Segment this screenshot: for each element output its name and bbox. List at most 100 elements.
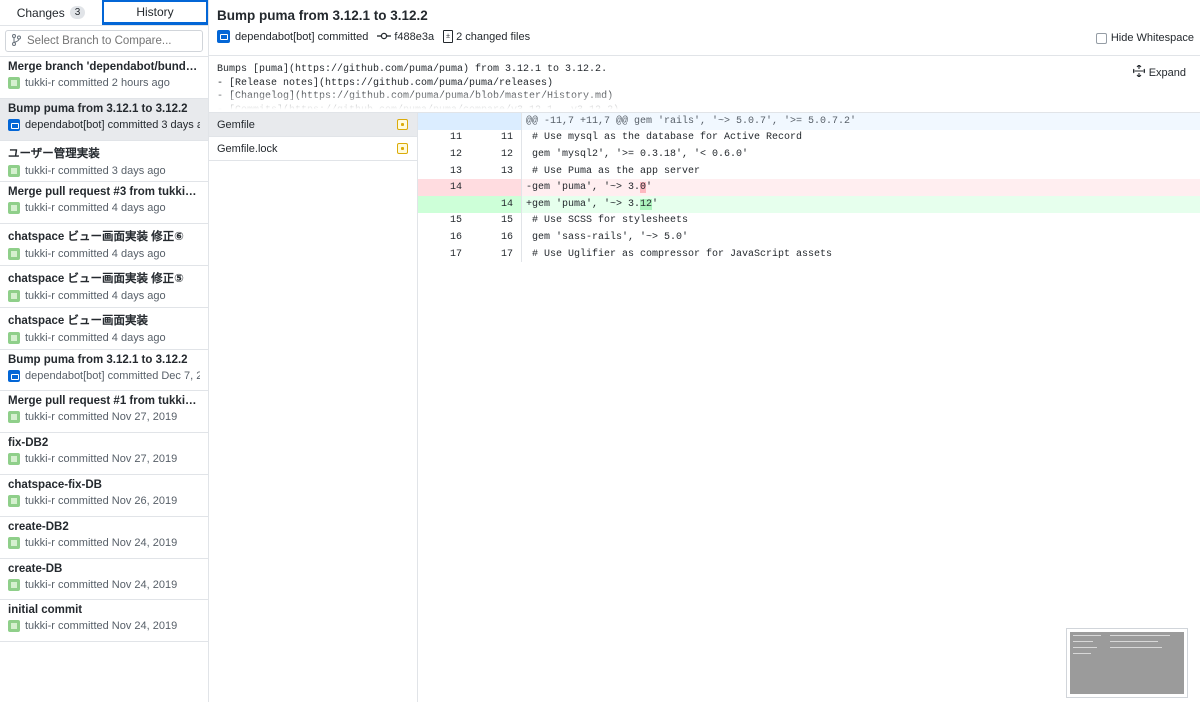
avatar [8,289,20,302]
diff-code-prefix: +gem 'puma', '~> 3. [526,198,641,210]
tab-changes[interactable]: Changes 3 [0,0,102,25]
author-avatar [217,30,230,43]
commit-meta: dependabot[bot] committed 3 days ago [8,118,200,131]
commit-author: dependabot[bot] committed [235,30,369,43]
new-line-number: 11 [470,129,522,147]
branch-compare-input[interactable] [27,35,197,47]
diff-code: gem 'sass-rails', '~> 5.0' [526,231,689,243]
commit-meta: tukki-r committed 4 days ago [8,331,200,344]
old-line-number: 11 [449,132,462,144]
file-modified-icon [397,143,408,154]
window-thumbnail[interactable] [1066,628,1188,698]
avatar [8,248,20,261]
commit-meta: tukki-r committed Nov 26, 2019 [8,494,200,507]
commit-title: Merge branch 'dependabot/bundler/... [8,61,200,73]
commit-author-time: tukki-r committed 4 days ago [25,248,166,261]
diff-line: 14 -gem 'puma', '~> 3.0' [418,179,1200,196]
diff-view: @@ -11,7 +11,7 @@ gem 'rails', '~> 5.0.7… [418,113,1200,702]
commit-list-item[interactable]: chatspace ビュー画面実装 修正⑤ tukki-r committed 4… [0,266,208,308]
commit-author-time: tukki-r committed Nov 24, 2019 [25,536,178,549]
commit-list-item[interactable]: fix-DB2 tukki-r committed Nov 27, 2019 [0,433,208,475]
commit-title: fix-DB2 [8,437,49,450]
old-line-number: 17 [449,248,462,260]
commit-list-item[interactable]: Merge branch 'dependabot/bundler/... tukk… [0,57,208,99]
commit-list-item[interactable]: Merge pull request #3 from tukki-r/c... t… [0,182,208,225]
commit-list-item[interactable]: Bump puma from 3.12.1 to 3.12.2 dependabo… [0,98,208,141]
diff-line: 13 13 # Use Puma as the app server [418,162,1200,180]
avatar [8,118,20,131]
commit-meta: tukki-r committed 4 days ago [8,202,200,215]
commit-title: Bump puma from 3.12.1 to 3.12.2 [8,353,188,366]
file-item-gemfile[interactable]: Gemfile [209,113,417,137]
diff-line: 15 15 # Use SCSS for stylesheets [418,212,1200,230]
new-line-number: 14 [470,195,522,213]
commit-list-item[interactable]: ユーザー管理実装 tukki-r committed 3 days ago [0,141,208,183]
commit-meta: tukki-r committed 4 days ago [8,248,200,261]
file-item-gemfile-lock[interactable]: Gemfile.lock [209,137,417,161]
commit-author-time: dependabot[bot] committed 3 days ago [25,118,200,131]
commit-title: ユーザー管理実装 [8,147,100,160]
commit-list-item[interactable]: Merge pull request #1 from tukki-r/c... t… [0,391,208,434]
commit-author-time: tukki-r committed Nov 27, 2019 [25,411,178,424]
diff-code: # Use mysql as the database for Active R… [526,132,803,144]
hunk-header: @@ -11,7 +11,7 @@ gem 'rails', '~> 5.0.7… [418,113,1200,130]
commit-list-item[interactable]: chatspace ビュー画面実装 修正⑥ tukki-r committed 4… [0,224,208,266]
commit-title: Bump puma from 3.12.1 to 3.12.2 [8,102,188,115]
diff-line: 17 17 # Use Uglifier as compressor for Ja… [418,245,1200,263]
new-line-number: 15 [470,212,522,230]
commit-list-item[interactable]: Bump puma from 3.12.1 to 3.12.2 dependabo… [0,350,208,392]
commit-author-time: tukki-r committed Nov 27, 2019 [25,453,178,466]
diff-code: -gem 'puma', '~> 3.0' [522,182,653,194]
commit-author-time: dependabot[bot] committed Dec 7, 2... [25,369,200,382]
diff-code: # Use Uglifier as compressor for JavaScr… [526,248,833,260]
avatar [8,494,20,507]
commit-meta: tukki-r committed 4 days ago [8,289,200,302]
commit-title: Merge pull request #3 from tukki-r/c... [8,186,200,199]
commit-meta: tukki-r committed Nov 27, 2019 [8,453,200,466]
commit-author-time: tukki-r committed 4 days ago [25,202,166,215]
branch-compare-field[interactable] [5,30,203,52]
avatar [8,411,20,424]
commit-author-time: tukki-r committed Nov 26, 2019 [25,494,178,507]
hide-whitespace-checkbox[interactable] [1095,32,1107,44]
commit-list-item[interactable]: create-DB tukki-r committed Nov 24, 2019 [0,559,208,601]
hide-whitespace-toggle[interactable]: Hide Whitespace [1095,32,1194,44]
commit-title: chatspace ビュー画面実装 [8,314,148,327]
new-line-number: 13 [470,162,522,180]
new-line-number [470,113,522,130]
commit-sha[interactable]: f488e3a [394,31,434,43]
commit-meta: dependabot[bot] committed Dec 7, 2... [8,369,200,382]
commit-list-item[interactable]: initial commit tukki-r committed Nov 24, … [0,600,208,643]
commit-meta: tukki-r committed 2 hours ago [8,77,200,89]
commit-summary-title: Bump puma from 3.12.1 to 3.12.2 [217,8,428,23]
commit-title: chatspace-fix-DB [8,478,102,491]
diff-code-suffix: ' [646,182,653,194]
commit-title: create-DB2 [8,520,69,533]
old-line-number: 14 [418,179,470,196]
thumbnail-preview [1070,632,1184,694]
commit-list-item[interactable]: create-DB2 tukki-r committed Nov 24, 2019 [0,517,208,559]
new-line-number: 16 [470,229,522,246]
changed-files-count: 2 changed files [456,30,531,43]
expand-label: Expand [1148,66,1186,79]
history-sidebar: Changes 3 History Merge branch 'dependab… [0,0,209,702]
commit-author-time: tukki-r committed 3 days ago [25,164,166,177]
commit-list-item[interactable]: chatspace ビュー画面実装 tukki-r committed 4 day… [0,308,208,350]
commit-list-item[interactable]: chatspace-fix-DB tukki-r committed Nov 26… [0,475,208,517]
commit-author-time: tukki-r committed Nov 24, 2019 [25,578,178,591]
avatar [8,453,20,466]
diff-lines: 11 11 # Use mysql as the database for Act… [418,129,1200,263]
avatar [8,202,20,215]
diff-code-suffix: ' [652,198,659,210]
expand-button[interactable]: Expand [1132,64,1186,80]
diff-line: 12 12 gem 'mysql2', '>= 0.3.18', '< 0.6.0… [418,146,1200,163]
file-diff-icon: ± [443,30,454,43]
tab-history[interactable]: History [102,0,208,25]
file-modified-icon [397,119,408,130]
commit-title: chatspace ビュー画面実装 修正⑥ [8,231,184,244]
avatar [8,620,20,633]
description-fade [209,88,1200,112]
old-line-number: 16 [449,231,462,243]
diff-line: 14 +gem 'puma', '~> 3.12' [418,195,1200,213]
commit-meta: tukki-r committed Nov 24, 2019 [8,620,200,633]
